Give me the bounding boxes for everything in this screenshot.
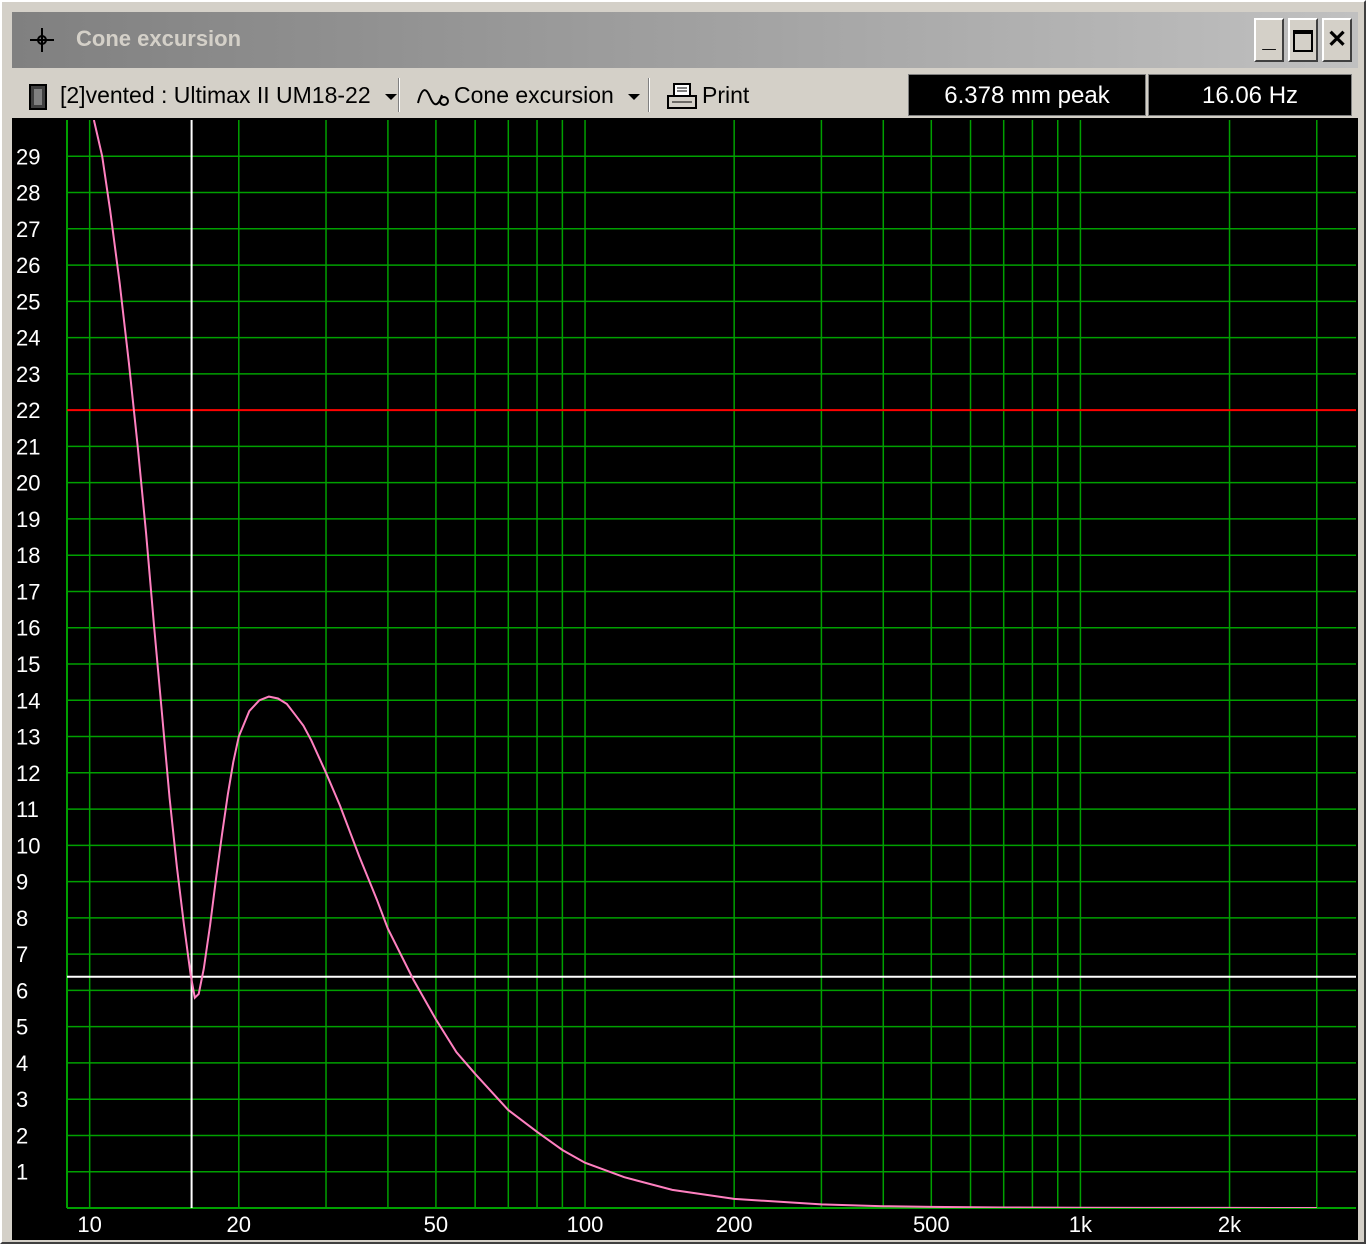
toolbar: [2]vented : Ultimax II UM18-22 Cone excu… [12,72,908,118]
y-tick-label: 15 [16,652,40,677]
y-tick-label: 27 [16,217,40,242]
maximize-button[interactable] [1288,18,1318,62]
y-tick-label: 3 [16,1087,28,1112]
speaker-icon [29,83,47,110]
x-tick-label: 200 [716,1212,753,1237]
y-tick-label: 1 [16,1160,28,1185]
chevron-down-icon [627,93,640,100]
print-label: Print [702,82,750,108]
printer-icon [667,82,697,109]
print-button[interactable]: Print [666,76,749,114]
project-select-value: [2]vented : Ultimax II UM18-22 [60,82,371,108]
x-tick-label: 2k [1218,1212,1242,1237]
x-tick-label: 100 [567,1212,604,1237]
y-tick-label: 26 [16,253,40,278]
y-tick-label: 14 [16,688,40,713]
y-tick-label: 19 [16,507,40,532]
y-tick-label: 13 [16,725,40,750]
x-tick-label: 10 [77,1212,101,1237]
toolbar-separator [648,78,650,112]
minimize-button[interactable]: _ [1254,18,1284,62]
y-tick-label: 28 [16,181,40,206]
excursion-readout: 6.378 mm peak [908,74,1146,116]
y-tick-label: 8 [16,906,28,931]
x-tick-label: 500 [913,1212,950,1237]
y-tick-label: 17 [16,579,40,604]
y-tick-label: 21 [16,434,40,459]
waveform-icon [417,89,449,106]
y-tick-label: 22 [16,398,40,423]
title-bar[interactable]: Cone excursion _ ✕ [12,12,1358,68]
y-tick-label: 11 [16,797,39,822]
cone-excursion-window: Cone excursion _ ✕ [2]vented : Ultimax I… [0,0,1366,1244]
crosshair-icon [30,28,54,52]
minimize-icon: _ [1262,26,1276,53]
y-tick-label: 16 [16,616,40,641]
y-tick-label: 18 [16,543,40,568]
frequency-readout: 16.06 Hz [1148,74,1352,116]
y-tick-label: 24 [16,326,40,351]
graph-type-value: Cone excursion [454,82,614,108]
y-tick-label: 25 [16,289,40,314]
x-tick-label: 20 [227,1212,251,1237]
project-select[interactable]: [2]vented : Ultimax II UM18-22 [28,76,397,114]
maximize-icon [1293,30,1313,52]
y-tick-label: 4 [16,1051,28,1076]
y-tick-label: 20 [16,471,40,496]
chevron-down-icon [384,93,397,100]
y-tick-label: 10 [16,833,40,858]
y-tick-label: 12 [16,761,40,786]
x-tick-label: 50 [424,1212,448,1237]
y-tick-label: 7 [16,942,28,967]
y-tick-label: 9 [16,870,28,895]
graph-type-select[interactable]: Cone excursion [416,76,640,114]
y-tick-label: 5 [16,1015,28,1040]
y-tick-label: 23 [16,362,40,387]
close-button[interactable]: ✕ [1322,18,1352,62]
y-tick-label: 2 [16,1123,28,1148]
y-tick-label: 29 [16,144,40,169]
close-icon: ✕ [1326,26,1348,53]
x-tick-label: 1k [1069,1212,1093,1237]
y-tick-label: 6 [16,978,28,1003]
window-title: Cone excursion [76,26,242,51]
excursion-chart[interactable]: 1234567891011121314151617181920212223242… [12,118,1358,1240]
toolbar-separator [398,78,400,112]
